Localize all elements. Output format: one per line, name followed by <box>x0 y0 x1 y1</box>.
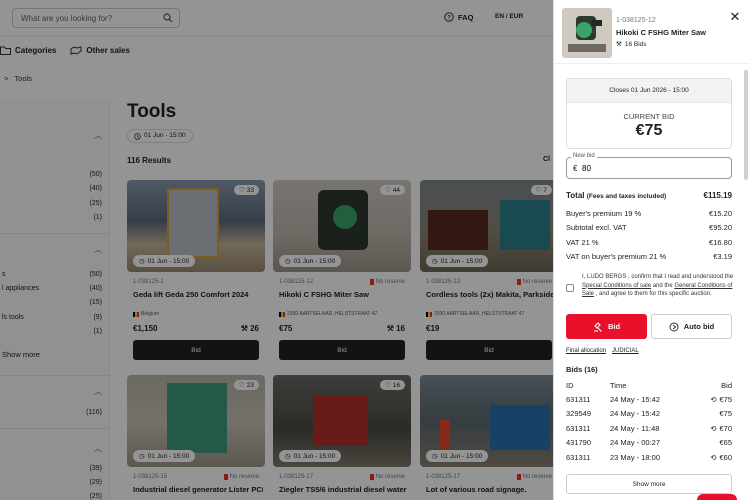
panel-header: 1-038125-12 Hikoki C FSHG Miter Saw ⚒ 16 … <box>554 0 750 64</box>
gavel-icon <box>593 321 602 332</box>
auto-bid-icon <box>669 322 679 331</box>
current-bid-box: Closes 01 Jun 2026 - 15:00 CURRENT BID €… <box>566 78 732 149</box>
modal-backdrop[interactable] <box>0 0 553 500</box>
sale-type-links: Final allocation JUDICIAL <box>566 348 639 354</box>
new-bid-input[interactable] <box>582 160 722 176</box>
auto-bid-button[interactable]: Auto bid <box>651 314 732 339</box>
total-row: Total (Fees and taxes included) €115.19 <box>566 191 732 200</box>
auto-bid-icon: ⟲ <box>710 424 717 433</box>
lot-thumbnail <box>562 8 612 58</box>
total-label: Total <box>566 191 585 200</box>
terms-text: I, LUDO BERGS , confirm that I read and … <box>582 274 734 297</box>
fee-row: Subtotal excl. VAT €95.20 <box>566 223 732 232</box>
bids-heading: Bids (16) <box>566 365 598 374</box>
total-value: €115.19 <box>703 191 732 200</box>
current-bid-value: €75 <box>635 122 663 139</box>
fee-row: Buyer's premium 19 % €15.20 <box>566 209 732 218</box>
terms-checkbox[interactable] <box>566 284 574 292</box>
auto-bid-icon: ⟲ <box>710 453 717 462</box>
bid-row: 631311 24 May - 15:42 ⟲ €75 <box>566 395 732 404</box>
bid-row: 329549 24 May - 15:42 €75 <box>566 409 732 418</box>
place-bid-button[interactable]: Bid <box>566 314 647 339</box>
miter-saw-image <box>562 8 612 58</box>
chat-tab[interactable] <box>697 494 737 500</box>
fee-row: VAT 21 % €16.80 <box>566 238 732 247</box>
current-bid-label: CURRENT BID <box>623 112 675 121</box>
closing-time: Closes 01 Jun 2026 - 15:00 <box>567 79 731 103</box>
panel-lot-number: 1-038125-12 <box>616 17 656 24</box>
total-note: (Fees and taxes included) <box>586 193 667 200</box>
bid-row: 631311 23 May - 18:00 ⟲ €60 <box>566 453 732 462</box>
bids-table-header: ID Time Bid <box>566 381 732 390</box>
bid-row: 631311 24 May - 11:48 ⟲ €70 <box>566 424 732 433</box>
panel-bid-count: ⚒ 16 Bids <box>616 40 647 49</box>
show-more-bids-button[interactable]: Show more <box>566 474 732 494</box>
judicial-link[interactable]: JUDICIAL <box>612 348 639 354</box>
final-allocation-link[interactable]: Final allocation <box>566 348 606 354</box>
panel-scrollbar[interactable] <box>744 70 748 180</box>
new-bid-field[interactable]: € <box>566 157 732 179</box>
bid-row: 431790 24 May - 00:27 €65 <box>566 438 732 447</box>
currency-symbol: € <box>573 164 578 173</box>
close-icon[interactable]: ✕ <box>728 10 742 24</box>
fee-row: VAT on buyer's premium 21 % €3.19 <box>566 252 732 261</box>
new-bid-label: New bid <box>571 153 597 159</box>
bid-panel: 1-038125-12 Hikoki C FSHG Miter Saw ⚒ 16 … <box>553 0 750 500</box>
gavel-icon: ⚒ <box>616 41 622 48</box>
auto-bid-icon: ⟲ <box>710 395 717 404</box>
special-conditions-link[interactable]: Special Conditions of sale <box>582 283 651 289</box>
panel-lot-title: Hikoki C FSHG Miter Saw <box>616 28 707 37</box>
